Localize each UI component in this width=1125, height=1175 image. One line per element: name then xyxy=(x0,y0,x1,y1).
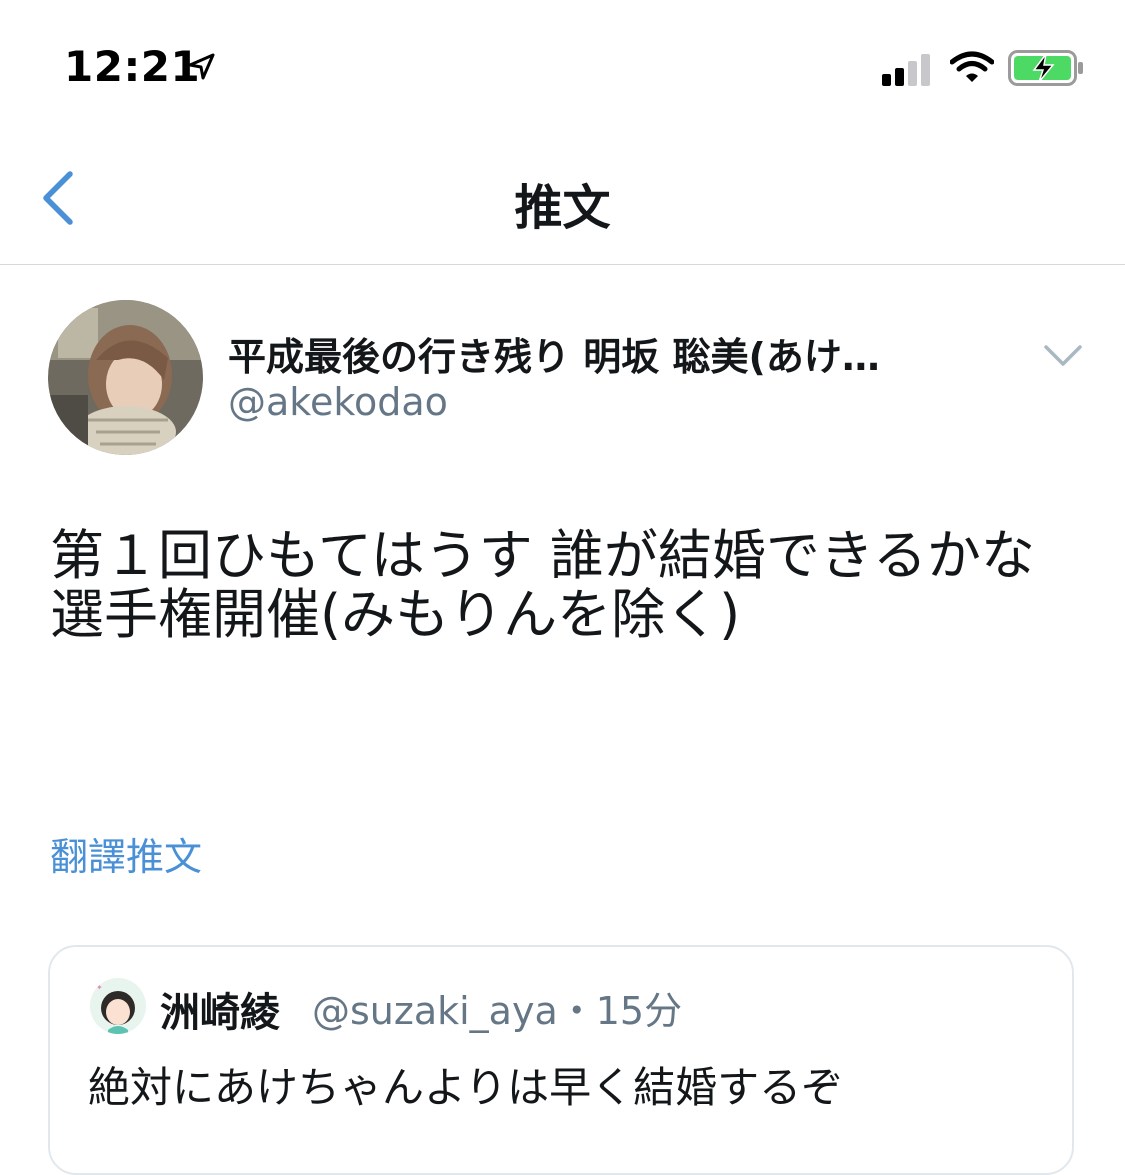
user-handle[interactable]: @akekodao xyxy=(228,380,448,424)
quoted-tweet-text: 絶対にあけちゃんよりは早く結婚するぞ xyxy=(88,1063,844,1112)
quoted-handle-time: @suzaki_aya・15分 xyxy=(312,989,683,1033)
location-arrow-icon xyxy=(188,53,215,80)
more-options-button[interactable] xyxy=(1042,338,1084,372)
avatar[interactable] xyxy=(48,300,203,455)
cellular-signal-icon xyxy=(882,54,930,86)
quoted-tweet-avatar: ✦ xyxy=(90,978,146,1034)
wifi-icon xyxy=(950,51,994,82)
quoted-display-name: 洲崎綾 xyxy=(160,990,280,1036)
tweet-text: 第１回ひもてはうす 誰が結婚できるかな選手権開催(みもりんを除く) xyxy=(50,524,1035,647)
status-time: 12:21 xyxy=(64,42,201,91)
avatar-photo xyxy=(48,300,203,455)
display-name[interactable]: 平成最後の行き残り 明坂 聡美(あけ… xyxy=(228,326,880,381)
translate-tweet-link[interactable]: 翻譯推文 xyxy=(50,826,202,881)
quoted-avatar-illustration: ✦ xyxy=(90,978,146,1034)
nav-divider xyxy=(0,264,1125,265)
page-title: 推文 xyxy=(514,180,611,236)
chevron-down-icon xyxy=(1044,345,1082,366)
battery-charging-icon xyxy=(1008,50,1083,86)
